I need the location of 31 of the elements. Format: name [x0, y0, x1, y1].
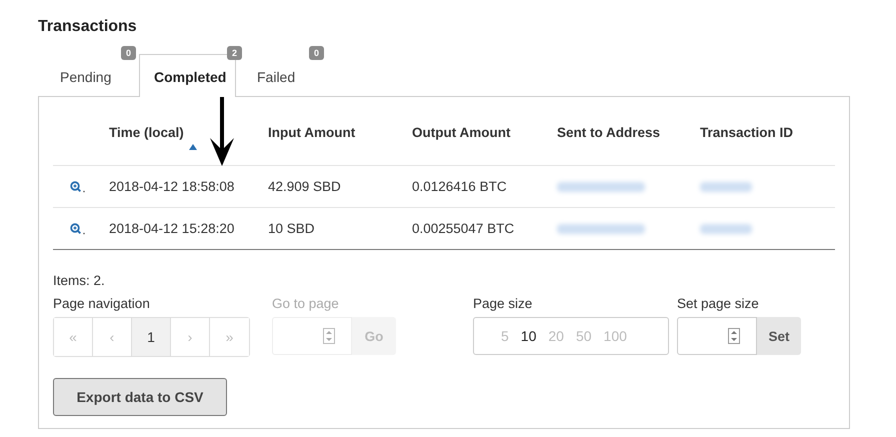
column-header[interactable]: Time (local)	[109, 125, 268, 150]
column-header[interactable]: Output Amount	[412, 125, 557, 149]
sort-ascending-icon	[189, 144, 197, 150]
column-header[interactable]: Sent to Address	[557, 125, 700, 149]
count-badge: 2	[227, 46, 242, 60]
spinner-icon[interactable]	[728, 328, 740, 344]
table-cell-text: 42.909 SBD	[268, 179, 342, 194]
zoom-in-icon[interactable]	[69, 222, 86, 234]
export-button[interactable]: Export data to CSV	[53, 378, 227, 416]
table-cell-text: 0.00255047 BTC	[412, 221, 516, 236]
page-button[interactable]: 1	[132, 318, 171, 356]
zoom-in-icon[interactable]	[69, 180, 86, 192]
count-badge: 0	[121, 46, 136, 60]
blurred-text	[700, 182, 752, 192]
field-label: Page size	[473, 296, 534, 313]
count-badge: 0	[309, 46, 324, 60]
field-label: Page navigation	[53, 296, 151, 313]
table-cell-text: 10 SBD	[268, 221, 316, 236]
set-button[interactable]: Set	[757, 317, 801, 355]
blurred-text	[700, 224, 752, 234]
table-cell-text: 2018-04-12 15:28:20	[109, 221, 236, 236]
number-field[interactable]	[677, 317, 757, 355]
column-header[interactable]: Input Amount	[268, 125, 412, 149]
field-label: Go to page	[272, 296, 340, 313]
items-count: Items: 2.	[53, 273, 106, 288]
table-cell-text: 0.0126416 BTC	[412, 179, 508, 194]
field-label: Set page size	[677, 296, 760, 313]
page-size-option[interactable]: 10	[520, 328, 536, 344]
section-title: Transactions	[38, 18, 138, 37]
column-header[interactable]: Transaction ID	[700, 125, 830, 149]
table-cell-text: 2018-04-12 18:58:08	[109, 179, 236, 194]
